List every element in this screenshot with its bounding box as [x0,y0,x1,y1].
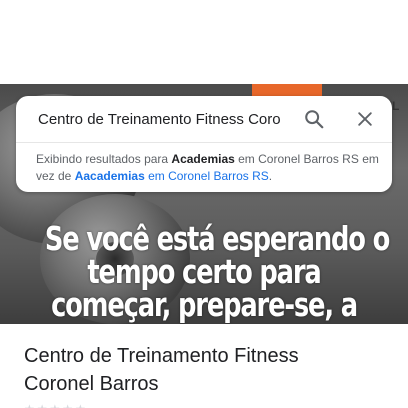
close-search-button[interactable] [351,105,379,133]
overlay-line: Se você está esperando o [44,219,390,258]
place-title-line: Centro de Treinamento Fitness [24,345,299,367]
original-term: Aacademias [74,169,145,183]
notice-prefix: Exibindo resultados para [36,152,172,166]
corrected-location: em Coronel Barros RS [234,152,359,166]
photo-overlay-text: Se você está esperando o tempo certo par… [44,219,390,324]
original-location: em Coronel Barros RS [144,169,269,183]
overlay-line: tempo certo para [87,252,321,291]
place-title-line: Coronel Barros [24,373,159,395]
rating-stars: ★★★★★ [24,402,88,408]
close-icon [358,112,372,126]
notice-suffix: . [268,169,273,183]
search-original-link[interactable]: Aacademias em Coronel Barros RS [75,169,269,183]
spelling-correction-notice: Exibindo resultados para Academias em Co… [36,151,382,185]
place-title: Centro de Treinamento Fitness Coronel Ba… [24,342,384,398]
corrected-term: Academias [171,152,235,166]
search-card: Exibindo resultados para Academias em Co… [16,96,392,192]
search-button[interactable] [300,105,328,133]
search-input[interactable] [38,106,308,132]
overlay-line: começar, prepare-se, a [51,285,358,324]
search-bar [16,96,392,142]
divider [16,142,392,143]
search-icon [305,110,324,129]
